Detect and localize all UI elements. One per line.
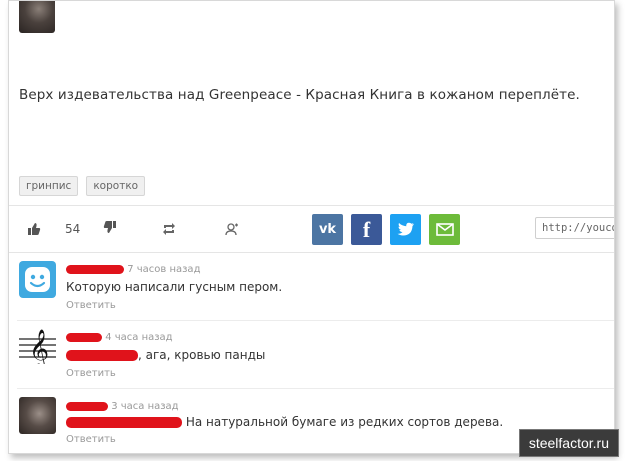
smiley-icon [25,267,50,292]
comment-avatar[interactable] [19,261,56,298]
comment-text: , ага, кровью панды [138,348,266,362]
comment-item: 7 часов назад Которую написали гусным пе… [9,257,614,317]
svg-text:𝄞: 𝄞 [29,329,49,364]
reply-link[interactable]: Ответить [66,434,116,445]
comment-divider [17,388,614,389]
redacted-mention [66,417,182,428]
post-card: Верх издевательства над Greenpeace - Кра… [8,0,615,454]
tag-list: гринпис коротко [19,176,146,196]
comment-text-line: На натуральной бумаге из редких сортов д… [66,415,503,429]
comment-text-line: , ага, кровью панды [66,348,265,362]
redacted-username [66,264,124,274]
tag-short[interactable]: коротко [86,176,146,196]
thumbs-down-icon[interactable] [103,220,117,234]
comment-header: 4 часа назад [66,332,173,343]
users-icon[interactable] [225,222,239,236]
post-url-field[interactable]: http://youco [535,217,614,239]
share-email-button[interactable] [429,214,460,245]
repost-icon[interactable] [162,222,176,236]
comment-time: 7 часов назад [127,264,201,275]
thumbs-up-icon[interactable] [27,222,41,236]
twitter-bird-icon [397,222,414,236]
comment-text: Которую написали гусным пером. [66,280,283,294]
comment-divider [17,320,614,321]
tag-greenpeace[interactable]: гринпис [19,176,79,196]
post-actions-bar: 54 vk f http://youco [9,205,614,253]
redacted-username [66,332,102,342]
redacted-mention [66,350,138,361]
reply-link[interactable]: Ответить [66,368,116,379]
author-avatar[interactable] [19,1,55,33]
comment-header: 7 часов назад [66,264,200,275]
envelope-icon [435,223,454,236]
treble-clef-icon: 𝄞 [19,329,56,364]
comment-header: 3 часа назад [66,401,179,412]
comment-time: 4 часа назад [105,332,173,343]
comment-item: 𝄞 4 часа назад , ага, кровью панды Ответ… [9,325,614,387]
comment-text: На натуральной бумаге из редких сортов д… [185,415,504,429]
vk-icon: vk [318,222,337,237]
reply-link[interactable]: Ответить [66,300,116,311]
comment-time: 3 часа назад [111,401,179,412]
facebook-icon: f [362,216,371,242]
share-twitter-button[interactable] [390,214,421,245]
site-watermark: steelfactor.ru [518,429,619,457]
comment-avatar[interactable]: 𝄞 [19,327,56,364]
comment-avatar[interactable] [19,397,56,434]
post-body-text: Верх издевательства над Greenpeace - Кра… [19,87,580,103]
share-vk-button[interactable]: vk [312,214,343,245]
likes-count: 54 [65,222,81,236]
share-facebook-button[interactable]: f [351,214,382,245]
redacted-username [66,401,108,411]
